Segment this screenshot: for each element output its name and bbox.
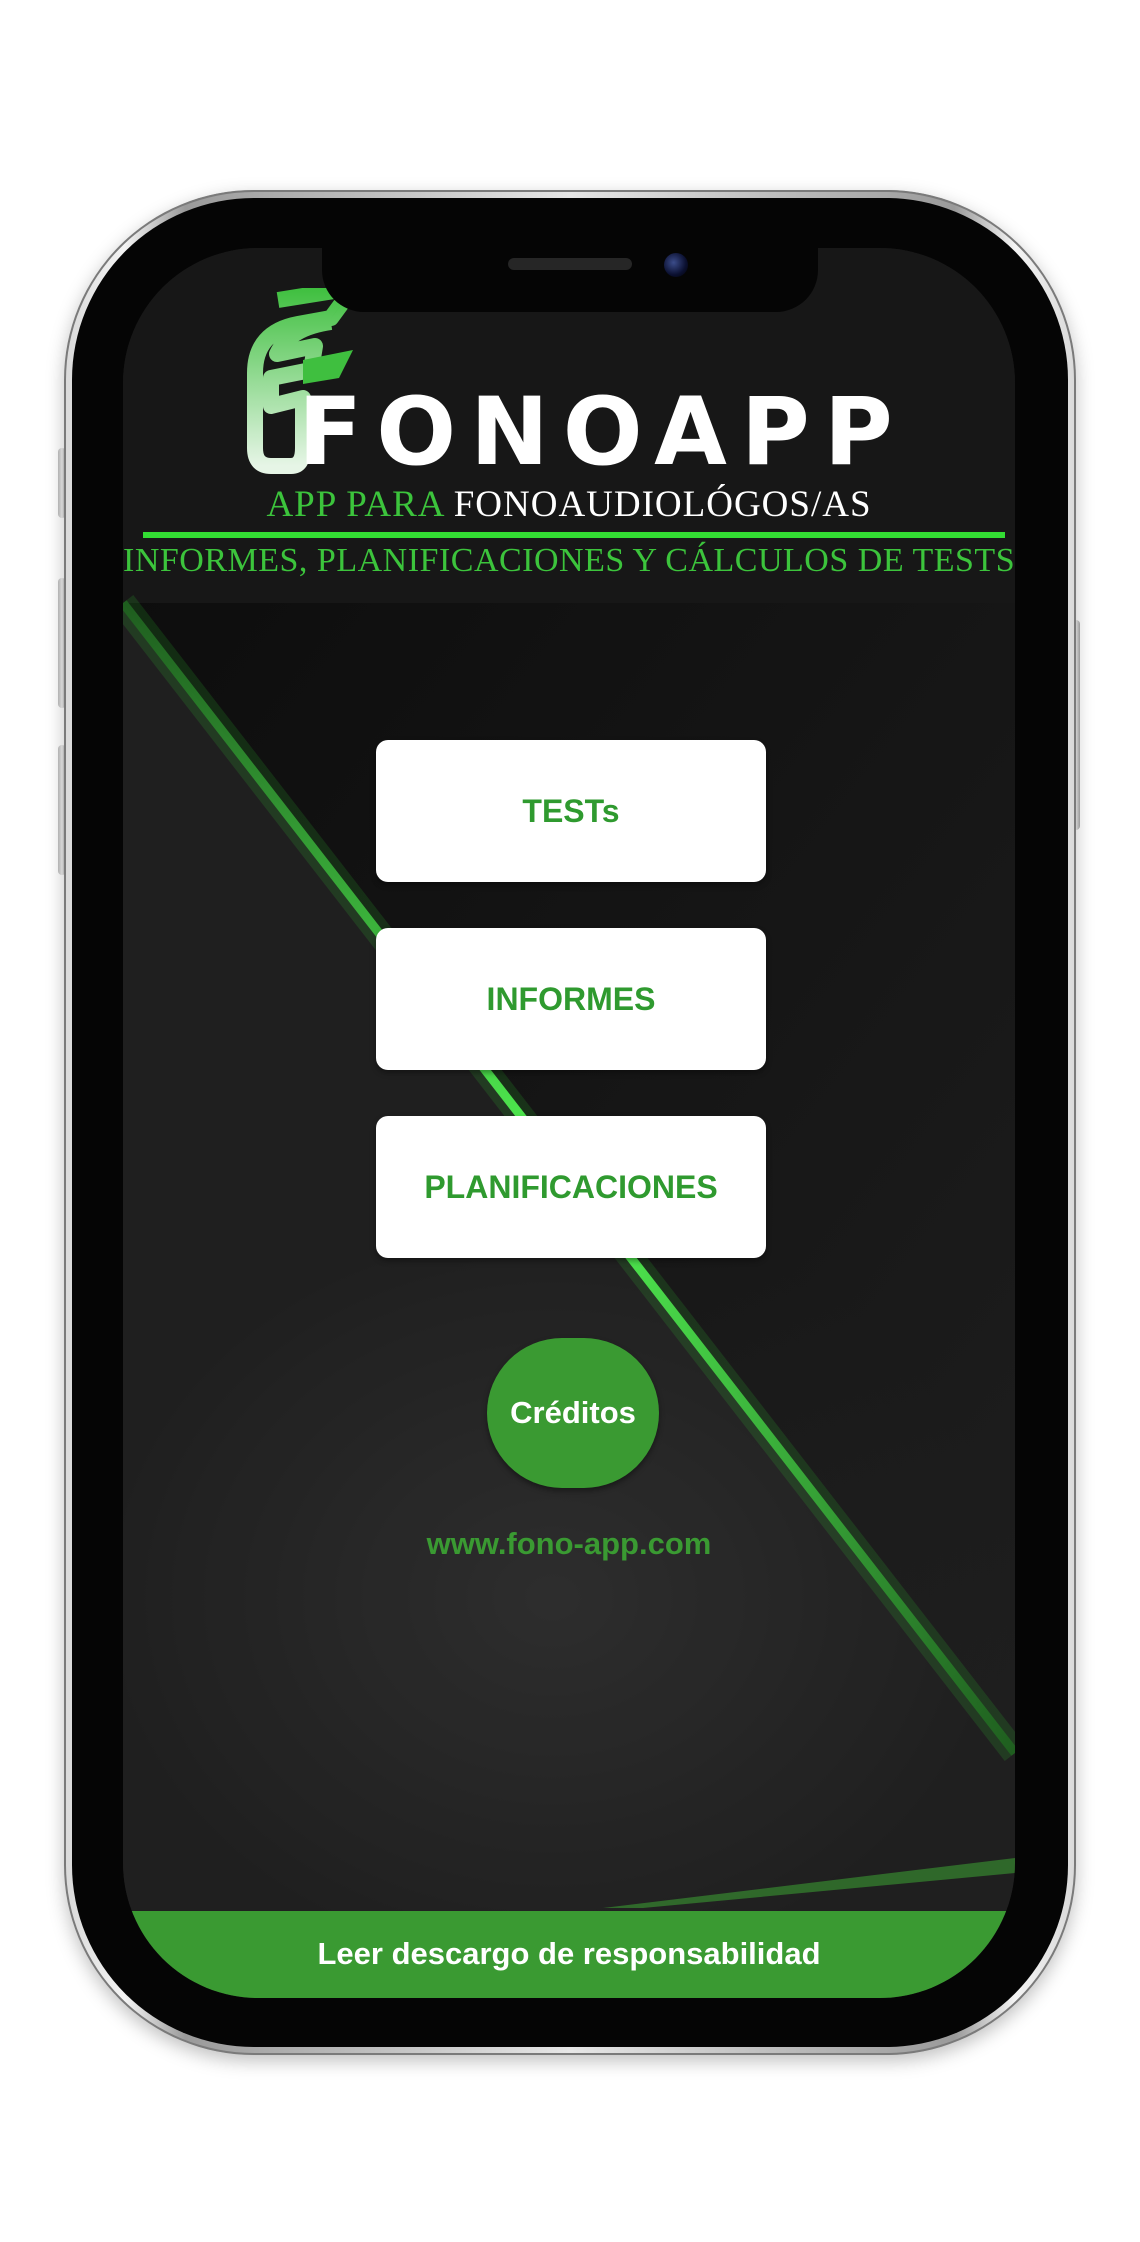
speaker-grille: [508, 258, 632, 270]
disclaimer-button[interactable]: Leer descargo de responsabilidad: [123, 1911, 1015, 1998]
credits-button[interactable]: Créditos: [487, 1338, 659, 1488]
subtitle: INFORMES, PLANIFICACIONES Y CÁLCULOS DE …: [123, 542, 1015, 579]
website-link[interactable]: www.fono-app.com: [123, 1526, 1015, 1562]
informes-button[interactable]: INFORMES: [376, 928, 766, 1070]
green-divider: [143, 532, 1005, 538]
app-screen: FONOAPP APP PARA FONOAUDIOLÓGOS/AS INFOR…: [123, 248, 1015, 1998]
planificaciones-button[interactable]: PLANIFICACIONES: [376, 1116, 766, 1258]
fonoapp-logo: FONOAPP: [203, 280, 943, 487]
tagline-green: APP PARA: [266, 484, 444, 525]
tests-button[interactable]: TESTs: [376, 740, 766, 882]
tagline-white: FONOAUDIOLÓGOS/AS: [453, 484, 872, 525]
front-camera: [664, 253, 688, 277]
phone-notch: [322, 240, 818, 312]
logo-wordmark: FONOAPP: [298, 378, 907, 487]
tagline: APP PARA FONOAUDIOLÓGOS/AS: [123, 483, 1015, 526]
